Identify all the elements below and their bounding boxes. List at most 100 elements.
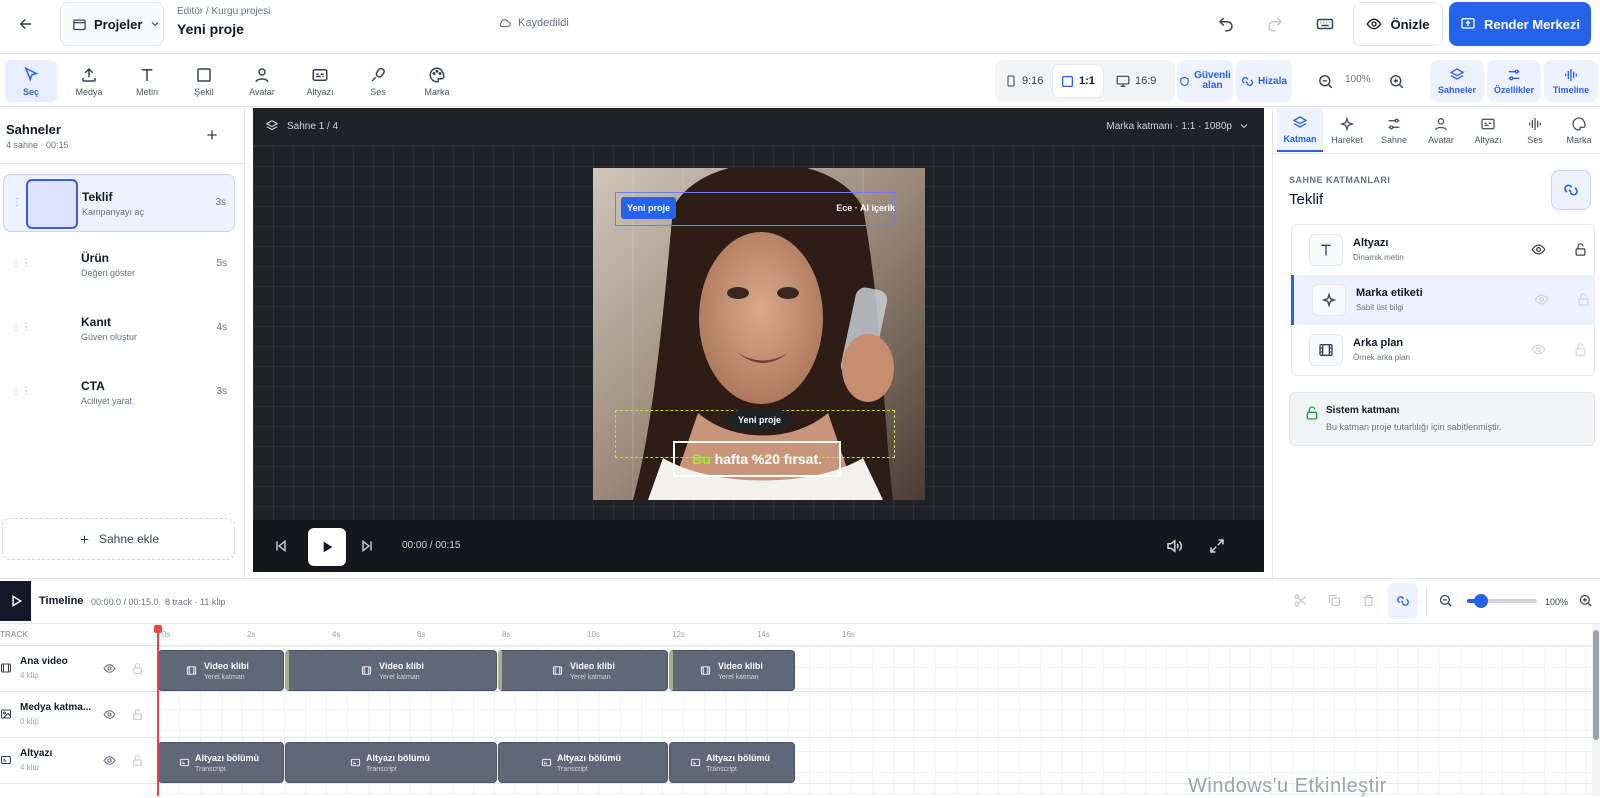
square-icon — [1061, 75, 1074, 88]
panel-scenes-button[interactable]: Sahneler — [1430, 60, 1484, 102]
back-arrow-icon[interactable] — [14, 12, 38, 36]
safe-area-toggle[interactable]: Güvenli alan — [1177, 60, 1233, 102]
clip-subtitle: Yerel katman — [570, 674, 611, 681]
tool-shape[interactable]: Şekil — [178, 60, 230, 102]
chevron-down-icon[interactable] — [1238, 120, 1250, 132]
scissors-icon[interactable] — [1293, 593, 1308, 608]
brand-tag: Yeni proje — [621, 197, 677, 219]
eye-icon[interactable] — [103, 754, 116, 767]
format-selector[interactable]: Marka katmanı · 1:1 · 1080p — [1106, 121, 1232, 132]
tool-media[interactable]: Medya — [63, 60, 115, 102]
undo-icon[interactable] — [1214, 12, 1238, 36]
projects-dropdown[interactable]: Projeler — [60, 2, 164, 46]
video-clip[interactable]: Video klibi Yerel katman — [285, 650, 497, 691]
eye-icon[interactable] — [103, 708, 116, 721]
timeline-scrollbar[interactable] — [1592, 624, 1600, 796]
keyboard-icon[interactable] — [1313, 12, 1337, 36]
preview-button[interactable]: Önizle — [1353, 2, 1443, 46]
skip-back-icon[interactable] — [273, 538, 289, 554]
clip-title: Altyazı bölümü — [366, 753, 431, 763]
render-center-button[interactable]: Render Merkezi — [1449, 2, 1591, 46]
zoom-out-icon[interactable] — [1314, 70, 1336, 92]
video-clip[interactable]: Video klibi Yerel katman — [158, 650, 284, 691]
tool-avatar[interactable]: Avatar — [236, 60, 288, 102]
tab-brand[interactable]: Marka — [1558, 108, 1600, 152]
ratio-16-9[interactable]: 16:9 — [1108, 65, 1164, 97]
lock-icon[interactable] — [131, 754, 144, 767]
video-clip[interactable]: Video klibi Yerel katman — [498, 650, 668, 691]
caption-clip[interactable]: Altyazı bölümü Transcript — [285, 742, 497, 783]
divider — [0, 163, 245, 164]
lock-icon[interactable] — [131, 662, 144, 675]
caption-clip[interactable]: Altyazı bölümü Transcript — [158, 742, 284, 783]
drag-handle-icon[interactable]: ⋮⋮ — [11, 322, 31, 333]
tab-avatar[interactable]: Avatar — [1418, 108, 1464, 152]
layer-item[interactable]: Altyazı Dinamik metin — [1291, 225, 1595, 275]
ruler-tick-label: 2s — [247, 630, 256, 639]
tool-caption[interactable]: Altyazı — [294, 60, 346, 102]
tool-audio[interactable]: Ses — [352, 60, 404, 102]
tab-layer[interactable]: Katman — [1277, 108, 1323, 152]
trash-icon[interactable] — [1361, 593, 1376, 608]
panel-timeline-button[interactable]: Timeline — [1544, 60, 1598, 102]
eye-icon[interactable] — [1531, 242, 1546, 257]
cloud-icon — [498, 16, 512, 30]
play-button[interactable] — [308, 528, 346, 566]
add-scene-button[interactable]: Sahne ekle — [2, 518, 235, 560]
scene-item[interactable]: ⋮⋮ CTA Aciliyet yarat 3s — [3, 364, 235, 422]
snap-toggle-button[interactable] — [1388, 583, 1418, 619]
inspector-panel: Katman Hareket Sahne Avatar Altyazı Ses … — [1272, 108, 1600, 578]
scene-item[interactable]: ⋮⋮ Kanıt Güven oluştur 4s — [3, 300, 235, 358]
page-title[interactable]: Yeni proje — [177, 21, 244, 37]
volume-icon[interactable] — [1165, 537, 1183, 555]
zoom-slider[interactable] — [1467, 594, 1537, 608]
canvas-zoom-value: 100% — [1345, 74, 1371, 85]
track-name: Altyazı — [20, 748, 53, 759]
video-preview[interactable]: Yeni proje Ece · AI içerik Yeni proje Bu… — [593, 168, 925, 500]
scene-name: Kanıt — [81, 315, 111, 329]
system-layer-title: Sistem katmanı — [1326, 405, 1400, 416]
duplicate-icon[interactable] — [1327, 593, 1342, 608]
tab-audio[interactable]: Ses — [1512, 108, 1558, 152]
scene-subtitle: Güven oluştur — [81, 332, 138, 342]
tool-select[interactable]: Seç — [5, 60, 57, 102]
clip-subtitle: Transcript — [557, 766, 588, 773]
ratio-1-1[interactable]: 1:1 — [1053, 65, 1103, 97]
eye-icon[interactable] — [103, 662, 116, 675]
zoom-slider-handle[interactable] — [1474, 594, 1488, 608]
tab-scene[interactable]: Sahne — [1371, 108, 1417, 152]
lock-icon[interactable] — [131, 708, 144, 721]
drag-handle-icon[interactable]: ⋮⋮ — [11, 258, 31, 269]
tab-label: Sahne — [1380, 134, 1408, 145]
tab-motion[interactable]: Hareket — [1324, 108, 1370, 152]
scene-item[interactable]: ⋮⋮ Teklif Kampanyayı aç 3s — [3, 174, 235, 232]
timeline-play-button[interactable] — [0, 581, 31, 621]
caption-clip[interactable]: Altyazı bölümü Transcript — [669, 742, 795, 783]
ratio-9-16[interactable]: 9:16 — [997, 65, 1051, 97]
redo-icon[interactable] — [1263, 12, 1287, 36]
zoom-out-icon[interactable] — [1438, 593, 1453, 608]
scrollbar-thumb[interactable] — [1593, 630, 1599, 740]
layer-item[interactable]: Marka etiketi Sabit üst bilgi — [1291, 275, 1595, 325]
layer-item[interactable]: Arka plan Örnek arka plan — [1291, 325, 1595, 375]
tab-caption[interactable]: Altyazı — [1465, 108, 1511, 152]
playhead[interactable] — [157, 626, 159, 796]
tool-brand[interactable]: Marka — [411, 60, 463, 102]
video-clip[interactable]: Video klibi Yerel katman — [669, 650, 795, 691]
snap-toggle-button[interactable] — [1551, 170, 1591, 210]
scene-item[interactable]: ⋮⋮ Ürün Değeri göster 5s — [3, 236, 235, 294]
drag-handle-icon[interactable]: ⋮⋮ — [11, 386, 31, 397]
caption-icon — [179, 757, 190, 768]
fullscreen-icon[interactable] — [1208, 537, 1226, 555]
zoom-in-icon[interactable] — [1578, 593, 1593, 608]
align-button[interactable]: Hizala — [1236, 60, 1292, 102]
playhead-handle[interactable] — [154, 625, 162, 633]
caption-text-box[interactable]: Bu hafta %20 fırsat. — [673, 441, 841, 477]
caption-clip[interactable]: Altyazı bölümü Transcript — [498, 742, 668, 783]
skip-forward-icon[interactable] — [359, 538, 375, 554]
add-icon[interactable] — [201, 124, 223, 146]
lock-icon[interactable] — [1573, 242, 1588, 257]
zoom-in-icon[interactable] — [1385, 70, 1407, 92]
panel-properties-button[interactable]: Özellikler — [1487, 60, 1541, 102]
tool-text[interactable]: Metin — [121, 60, 173, 102]
